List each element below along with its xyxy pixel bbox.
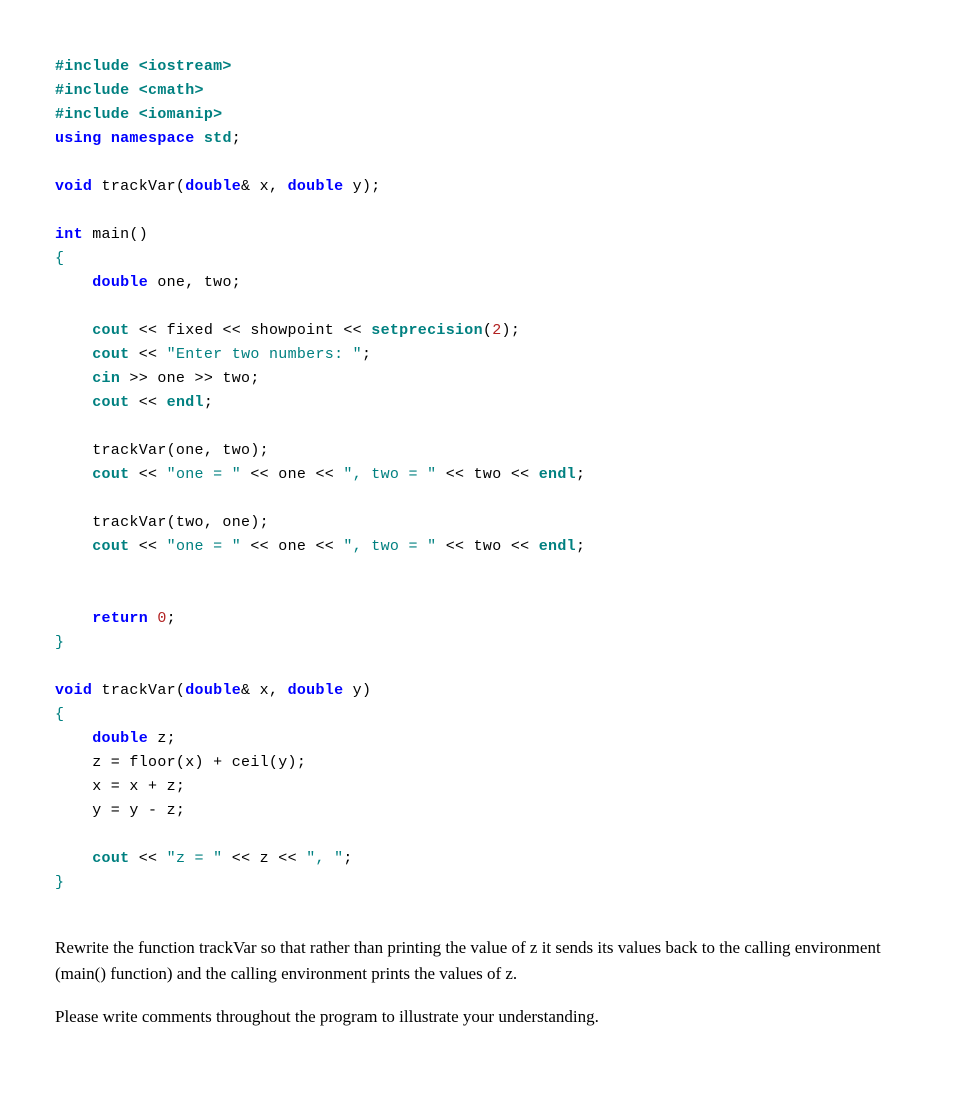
code-token: y = y - z; (55, 802, 185, 819)
code-token (55, 394, 92, 411)
code-token: << (129, 346, 166, 363)
code-token: y); (343, 178, 380, 195)
code-token: trackVar( (92, 682, 185, 699)
code-token: ", two = " (343, 466, 436, 483)
code-token: cout (92, 394, 129, 411)
code-token: int (55, 226, 83, 243)
code-token: & x, (241, 178, 288, 195)
code-token: main() (83, 226, 148, 243)
code-token: trackVar( (92, 178, 185, 195)
code-block: #include <iostream> #include <cmath> #in… (55, 55, 908, 895)
code-token: << z << (222, 850, 306, 867)
code-token (55, 346, 92, 363)
code-line: #include <iomanip> (55, 106, 222, 123)
code-token: cin (92, 370, 120, 387)
code-token: << (129, 538, 166, 555)
code-token: { (55, 706, 64, 723)
code-token: } (55, 874, 64, 891)
code-token: std (204, 130, 232, 147)
code-token (55, 730, 92, 747)
code-token: double (185, 682, 241, 699)
code-token: ; (576, 538, 585, 555)
code-token (102, 130, 111, 147)
code-token: cout (92, 346, 129, 363)
code-token (55, 538, 92, 555)
code-token: void (55, 682, 92, 699)
code-token: setprecision (371, 322, 483, 339)
code-token (55, 370, 92, 387)
code-token: z; (148, 730, 176, 747)
code-token: "one = " (167, 538, 241, 555)
code-token (148, 610, 157, 627)
instructions-block: Rewrite the function trackVar so that ra… (55, 935, 908, 1030)
code-token: endl (539, 466, 576, 483)
code-token: return (92, 610, 148, 627)
code-token: trackVar(one, two); (55, 442, 269, 459)
code-token (55, 850, 92, 867)
code-token (55, 610, 92, 627)
code-token: << one << (241, 466, 343, 483)
code-line: #include <iostream> (55, 58, 232, 75)
code-token: z = floor(x) + ceil(y); (55, 754, 306, 771)
code-token: << (129, 850, 166, 867)
code-token: ; (167, 610, 176, 627)
code-token: cout (92, 322, 129, 339)
code-token: cout (92, 850, 129, 867)
instruction-paragraph-1: Rewrite the function trackVar so that ra… (55, 935, 908, 986)
code-token: << two << (436, 538, 538, 555)
code-token: "z = " (167, 850, 223, 867)
code-token: double (92, 730, 148, 747)
code-token: 0 (157, 610, 166, 627)
code-token: void (55, 178, 92, 195)
code-token: double (288, 178, 344, 195)
code-token: ", " (306, 850, 343, 867)
code-token: double (92, 274, 148, 291)
code-token: ); (502, 322, 521, 339)
code-line: #include <cmath> (55, 82, 204, 99)
code-token (55, 274, 92, 291)
code-token: ; (232, 130, 241, 147)
code-token: ; (576, 466, 585, 483)
code-token: endl (167, 394, 204, 411)
code-token: & x, (241, 682, 288, 699)
code-token: << fixed << showpoint << (129, 322, 371, 339)
instruction-paragraph-2: Please write comments throughout the pro… (55, 1004, 908, 1030)
code-token: ; (204, 394, 213, 411)
code-token: ( (483, 322, 492, 339)
code-token: { (55, 250, 64, 267)
code-token: >> one >> two; (120, 370, 260, 387)
code-token: << (129, 466, 166, 483)
code-token: << two << (436, 466, 538, 483)
code-token: cout (92, 538, 129, 555)
code-token: trackVar(two, one); (55, 514, 269, 531)
code-token: "one = " (167, 466, 241, 483)
code-token: ", two = " (343, 538, 436, 555)
code-token: using (55, 130, 102, 147)
code-token: << one << (241, 538, 343, 555)
code-token: double (185, 178, 241, 195)
code-token: "Enter two numbers: " (167, 346, 362, 363)
code-token: ; (343, 850, 352, 867)
code-token: y) (343, 682, 371, 699)
code-token: endl (539, 538, 576, 555)
code-token (55, 466, 92, 483)
code-token: ; (362, 346, 371, 363)
code-token (195, 130, 204, 147)
code-token: 2 (492, 322, 501, 339)
code-token: x = x + z; (55, 778, 185, 795)
code-token: one, two; (148, 274, 241, 291)
code-token: << (129, 394, 166, 411)
code-token: } (55, 634, 64, 651)
code-token: namespace (111, 130, 195, 147)
code-token (55, 322, 92, 339)
code-token: double (288, 682, 344, 699)
code-token: cout (92, 466, 129, 483)
